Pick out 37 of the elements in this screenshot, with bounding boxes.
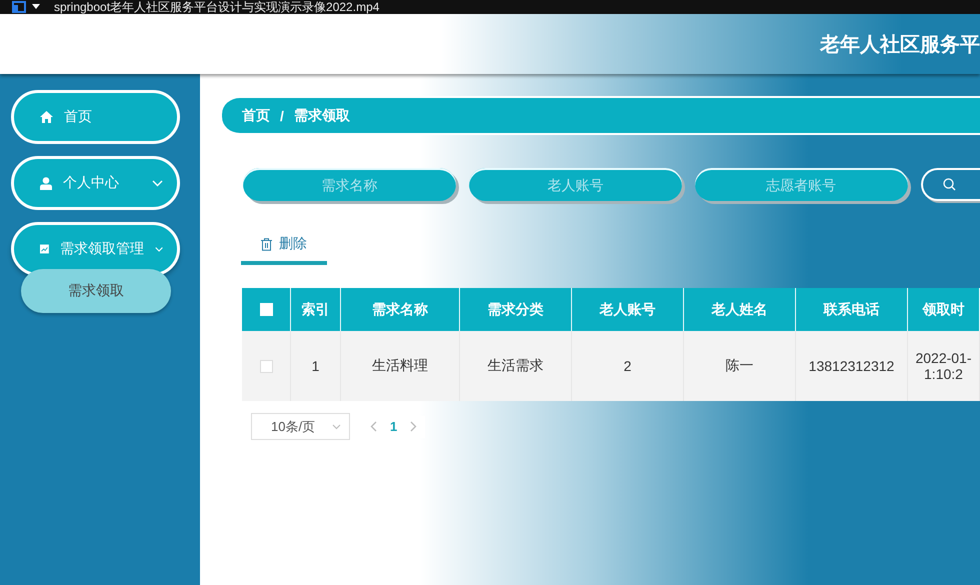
previous-page-icon[interactable] [370, 421, 377, 432]
trash-icon [261, 238, 272, 250]
menu-item[interactable]: 个人中心 [11, 156, 180, 210]
video-title: springboot老年人社区服务平台设计与实现演示录像2022.mp4 [54, 0, 380, 14]
chevron-icon [332, 424, 341, 430]
breadcrumb-link[interactable]: 需求领取 [294, 106, 350, 124]
site-title: 老年人社区服务平 [820, 32, 980, 58]
breadcrumb-separator: / [280, 108, 284, 124]
table-cell: 1 [291, 331, 341, 401]
search-icon [942, 178, 956, 191]
search-field[interactable]: 志愿者账号 [694, 168, 908, 201]
search-button[interactable] [920, 168, 980, 201]
table-cell: 陈一 [684, 331, 796, 401]
checkbox[interactable] [260, 360, 272, 372]
window-icon [12, 1, 26, 13]
menu-item[interactable]: 需求领取管理 [11, 222, 180, 276]
submenu-item[interactable]: 需求领取 [21, 269, 171, 313]
checkbox[interactable] [260, 303, 272, 316]
page-size-select[interactable]: 10条/页 [251, 413, 350, 440]
search-field[interactable]: 需求名称 [243, 168, 456, 201]
menu-item[interactable]: 首页 [11, 90, 180, 144]
page-number[interactable]: 1 [390, 419, 398, 434]
chevron-icon [154, 246, 163, 252]
user-icon [40, 176, 52, 190]
table-cell: 生活需求 [460, 331, 572, 401]
home-icon [40, 111, 53, 123]
table-cell: 生活料理 [341, 331, 460, 401]
table-cell: 2 [572, 331, 684, 401]
table-cell: 2022-01- 1:10:2 [908, 331, 980, 401]
delete-tab[interactable]: 删除 [241, 229, 327, 265]
table-cell: 13812312312 [796, 331, 908, 401]
chart-icon [40, 243, 49, 255]
next-page-icon[interactable] [410, 421, 418, 432]
chevron-icon [152, 180, 163, 186]
breadcrumb-link[interactable]: 首页 [242, 106, 270, 124]
search-field[interactable]: 老人账号 [468, 168, 682, 201]
caret-icon[interactable] [32, 4, 40, 10]
